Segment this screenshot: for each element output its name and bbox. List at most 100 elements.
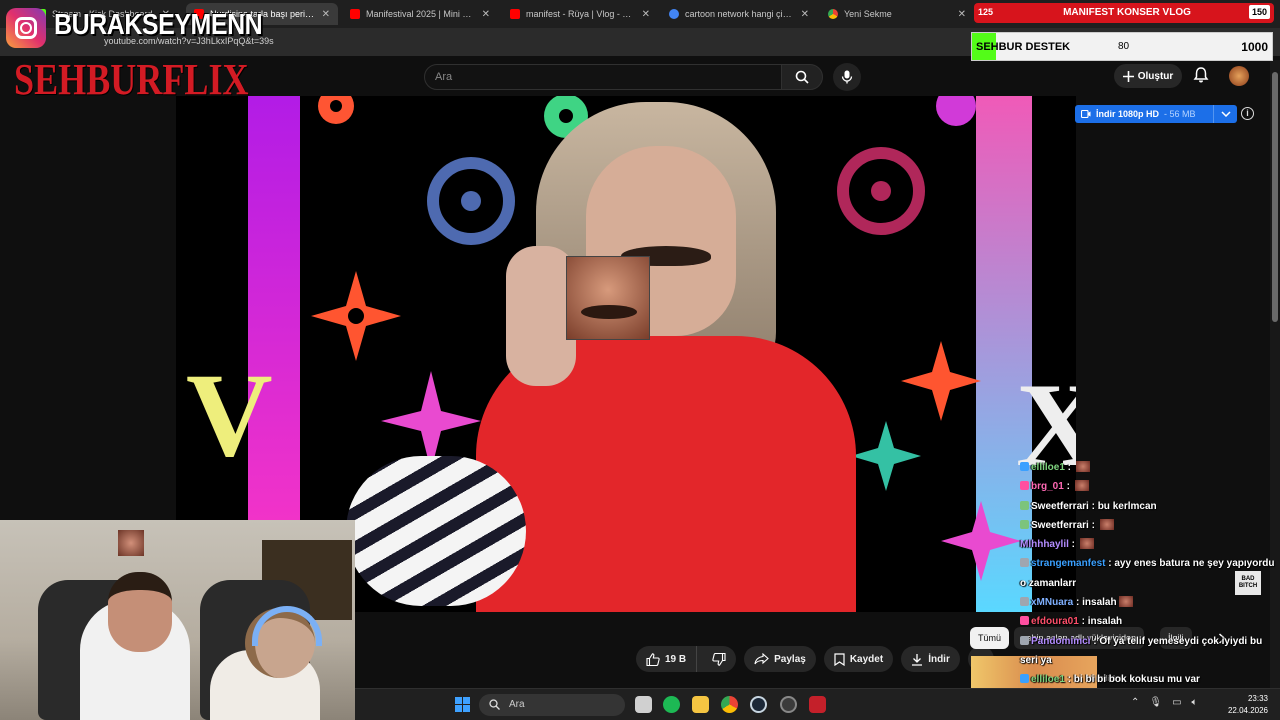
share-button[interactable]: Paylaş (744, 646, 816, 672)
create-button[interactable]: Oluştur (1114, 64, 1182, 88)
obs-icon[interactable] (780, 696, 797, 713)
chip-all[interactable]: Tümü (970, 627, 1010, 649)
chat-badge-icon (1020, 500, 1029, 510)
clock[interactable]: 23:33 22.04.2026 (1228, 693, 1268, 717)
chat-separator: : (1073, 597, 1083, 609)
save-button[interactable]: Kaydet (823, 646, 894, 672)
download-size: - 56 MB (1164, 109, 1196, 119)
streamer-head (108, 572, 172, 652)
chat-separator: : (1063, 481, 1073, 493)
clock-time: 23:33 (1247, 694, 1268, 703)
brand-logo: SEHBURFLIX (14, 55, 249, 104)
chat-username[interactable]: Mlhhhaylil (1020, 539, 1069, 550)
clock-date: 22.04.2026 (1227, 706, 1268, 715)
like-count: 19 B (665, 653, 687, 665)
chat-emote-icon (1118, 596, 1133, 608)
volume-icon[interactable]: 🔈︎ (1192, 697, 1198, 708)
close-tab-icon[interactable]: ✕ (482, 9, 490, 20)
download-button[interactable]: İndir (901, 646, 960, 672)
chat-username[interactable]: Pandomimci (1031, 636, 1090, 647)
file-explorer-icon[interactable] (692, 696, 709, 713)
video-letter-left: V (186, 348, 273, 481)
steam-icon[interactable] (750, 696, 767, 713)
close-tab-icon[interactable]: ✕ (322, 9, 330, 20)
chat-message: Sweetferrari : bu kerlmcan (1020, 497, 1280, 516)
tab-title: Yeni Sekme (844, 9, 892, 19)
video-actions: 19 B Paylaş Kaydet İndir (636, 646, 994, 672)
like-icon (646, 652, 660, 666)
close-tab-icon[interactable]: ✕ (642, 9, 650, 20)
app-icon[interactable] (809, 696, 826, 713)
voice-search-button[interactable] (833, 63, 861, 91)
account-avatar[interactable] (1229, 66, 1249, 86)
close-tab-icon[interactable]: ✕ (958, 9, 966, 20)
chat-message: Sweetferrari : (1020, 516, 1280, 535)
chat-emote-icon (1075, 461, 1090, 472)
chat-separator: : (1068, 539, 1078, 551)
chat-badge-icon (1020, 674, 1029, 684)
chat-username[interactable]: elliloe1 (1031, 674, 1065, 685)
chat-badge-icon (1020, 519, 1029, 529)
chat-message: efdoura01 : insalah (1020, 612, 1280, 631)
search-input[interactable]: Ara (424, 64, 782, 90)
download-options-button[interactable] (1213, 105, 1237, 123)
tab-manifest-ruya[interactable]: manifest - Rüya | Vlog - YouTub ✕ (502, 3, 658, 25)
dislike-button[interactable] (702, 646, 736, 672)
chat-emote-icon (1079, 538, 1094, 550)
chat-message: Pandomimci : Of ya telif yemeseydi çok i… (1020, 632, 1280, 671)
chat-message: xMNuara : insalah (1020, 593, 1280, 612)
dislike-icon (712, 652, 726, 666)
chat-badge-icon (1020, 481, 1029, 491)
chat-separator: : (1088, 500, 1098, 512)
chrome-icon[interactable] (721, 696, 738, 713)
chevron-up-icon[interactable]: ⌃ (1131, 697, 1139, 708)
download-hd-button[interactable]: İndir 1080p HD - 56 MB (1075, 105, 1237, 123)
screen-root: Stream - Kick Dashboard ✕ Nurdisina tarl… (0, 0, 1280, 720)
google-favicon-icon (669, 9, 679, 19)
taskbar-search-label: Ara (509, 699, 525, 710)
chat-username[interactable]: brg_01 (1031, 481, 1064, 492)
video-flower (311, 271, 401, 361)
network-icon[interactable]: ▭ (1172, 697, 1181, 708)
chrome-favicon-icon (828, 9, 838, 19)
tab-cartoon-network[interactable]: cartoon network hangi çizgi film ✕ (661, 3, 817, 25)
webcam-emote (118, 530, 144, 556)
mic-icon[interactable]: 🎙︎ (1149, 697, 1162, 708)
search-icon (795, 70, 809, 84)
chat-emote-icon (1099, 518, 1114, 530)
taskbar-search[interactable]: Ara (479, 694, 625, 716)
youtube-favicon-icon (510, 9, 520, 19)
search-button[interactable] (781, 64, 823, 90)
chat-username[interactable]: strangemanfest (1031, 558, 1105, 569)
info-icon[interactable]: i (1241, 107, 1254, 120)
tab-new-tab[interactable]: Yeni Sekme ✕ (820, 3, 974, 25)
chat-username[interactable]: elliloe1 (1031, 462, 1065, 473)
like-dislike-group: 19 B (636, 646, 737, 672)
chat-badge-icon (1020, 462, 1029, 471)
chat-username[interactable]: Sweetferrari (1031, 501, 1089, 512)
windows-icon[interactable] (455, 697, 470, 712)
spotify-icon[interactable] (663, 696, 680, 713)
tab-title: Manifestival 2025 | Mini Vlog - (366, 9, 476, 19)
tab-manifestival[interactable]: Manifestival 2025 | Mini Vlog - ✕ (342, 3, 498, 25)
like-button[interactable]: 19 B (636, 646, 698, 672)
chat-username[interactable]: Sweetferrari (1031, 520, 1089, 531)
chat-badge-icon (1020, 635, 1029, 645)
goal-name: SEHBUR DESTEK (976, 41, 1071, 53)
chat-emote-icon (1074, 480, 1089, 492)
chat-message: Mlhhhaylil : (1020, 535, 1280, 554)
task-view-icon[interactable] (635, 696, 652, 713)
close-tab-icon[interactable]: ✕ (801, 9, 809, 20)
bell-icon[interactable] (1192, 66, 1210, 84)
chat-username[interactable]: efdoura01 (1031, 616, 1079, 627)
chat-username[interactable]: xMNuara (1031, 597, 1073, 608)
video-flower (901, 341, 981, 421)
webcam-overlay (0, 520, 355, 720)
scrollbar-thumb[interactable] (1272, 72, 1278, 322)
chat-separator: : (1064, 674, 1074, 686)
chat-separator: : (1064, 462, 1074, 473)
chat-separator: : (1078, 616, 1088, 628)
youtube-favicon-icon (350, 9, 360, 19)
video-flower (427, 157, 515, 245)
plus-icon (1122, 70, 1134, 82)
